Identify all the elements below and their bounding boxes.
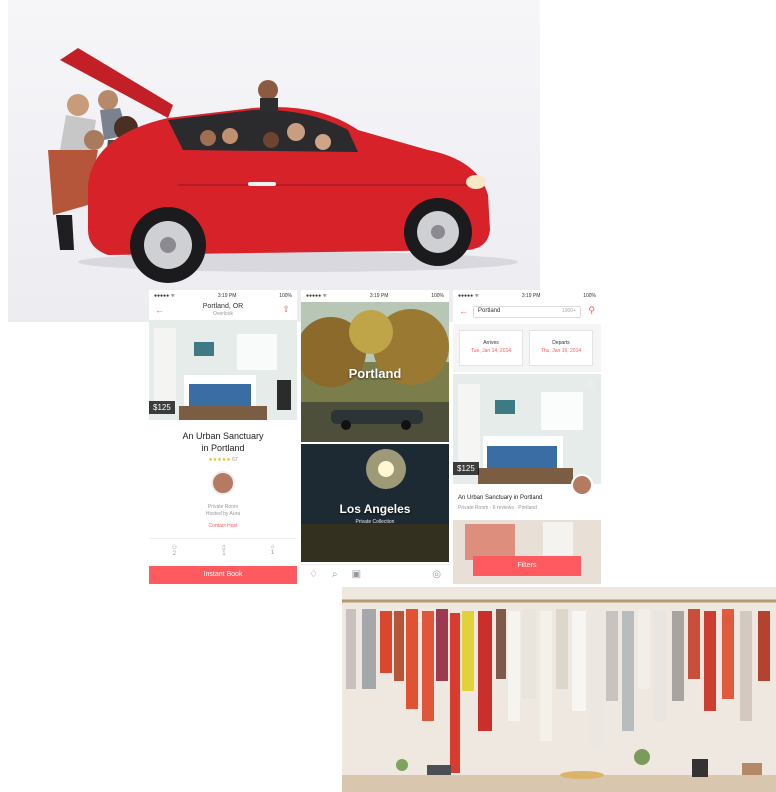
battery-level: 100% — [583, 293, 596, 299]
arrives-field[interactable]: Arrives Tue, Jan 14, 2014 — [459, 330, 523, 366]
door-icon: ▯ — [222, 545, 226, 551]
car-illustration — [48, 48, 518, 283]
phone-explore-screen: ●●●●● ᯤ 3:19 PM 100% Portland Los Angele… — [301, 290, 449, 584]
amenity-guests: ⚇ 2 — [171, 545, 177, 557]
status-bar: ●●●●● ᯤ 3:19 PM 100% — [301, 293, 449, 301]
search-value: Portland — [478, 308, 501, 314]
rating-stars: ★★★★★ — [208, 457, 231, 463]
signal-indicator: ●●●●● ᯤ — [154, 293, 176, 299]
car-photo — [8, 0, 540, 322]
city-card-portland[interactable]: Portland — [301, 302, 449, 442]
status-bar: ●●●●● ᯤ 3:19 PM 100% — [149, 293, 297, 301]
departs-value: Thu, Jan 16, 2014 — [540, 348, 582, 354]
result-title[interactable]: An Urban Sanctuary in Portland — [458, 495, 542, 501]
listing-title-line1: An Urban Sanctuary — [182, 431, 264, 441]
battery-level: 100% — [431, 293, 444, 299]
signal-indicator: ●●●●● ᯤ — [458, 293, 480, 299]
share-icon[interactable]: ⇪ — [282, 304, 290, 315]
amenity-beds: ⌂ 1 — [270, 544, 275, 556]
status-time: 3:19 PM — [521, 293, 541, 299]
filters-button[interactable]: Filters — [473, 556, 581, 576]
arrives-value: Tue, Jan 14, 2014 — [470, 348, 512, 354]
city-name-los-angeles: Los Angeles — [339, 502, 411, 516]
instant-book-button[interactable]: Instant Book — [149, 566, 297, 584]
status-time: 3:19 PM — [217, 293, 237, 299]
wardrobe-photo — [342, 587, 776, 792]
departs-field[interactable]: Departs Thu, Jan 16, 2014 — [529, 330, 593, 366]
phone-listing-screen: ●●●●● ᯤ 3:19 PM 100% ← Portland, OR Over… — [149, 290, 297, 584]
city-card-los-angeles[interactable]: Los Angeles Private Collection — [301, 444, 449, 562]
result-meta: Private Room · 6 reviews · Portland — [458, 505, 537, 511]
date-panel: Arrives Tue, Jan 14, 2014 Departs Thu, J… — [453, 324, 601, 372]
guests-icon: ⚇ — [171, 545, 177, 551]
departs-label: Departs — [552, 340, 570, 346]
host-avatar[interactable] — [571, 474, 593, 496]
search-icon[interactable]: ⌕ — [332, 569, 338, 580]
back-arrow-icon[interactable]: ← — [459, 306, 468, 316]
guest-count: 1000+ — [561, 308, 576, 314]
price-tag: $125 — [149, 401, 175, 414]
host-avatar[interactable] — [211, 471, 235, 495]
listing-neighborhood: Overlook — [212, 311, 233, 317]
room-type: Private Room — [207, 504, 239, 510]
review-count: 67 — [232, 457, 238, 463]
clothing-rack-illustration — [342, 587, 776, 792]
wishlist-heart-icon[interactable]: ♡ — [587, 380, 595, 391]
contact-host-link[interactable]: Contact Host — [149, 523, 297, 529]
city-subtitle-los-angeles: Private Collection — [355, 519, 395, 525]
listing-city: Portland, OR — [202, 303, 244, 310]
city-name-portland: Portland — [348, 366, 402, 381]
map-pin-icon[interactable]: ⚲ — [588, 305, 595, 316]
listing-title-line2: in Portland — [201, 443, 245, 453]
tab-bar: ♢ ⌕ ▣ ◎ — [301, 564, 449, 584]
phone-search-screen: ●●●●● ᯤ 3:19 PM 100% ← Portland 1000+ ⚲ … — [453, 290, 601, 584]
arrives-label: Arrives — [483, 340, 499, 346]
status-bar: ●●●●● ᯤ 3:19 PM 100% — [453, 293, 601, 301]
hosted-by: Hosted by Aura — [205, 511, 241, 517]
divider — [149, 538, 297, 539]
battery-level: 100% — [279, 293, 292, 299]
amenity-row: ⚇ 2 ▯ 1 ⌂ 1 — [149, 544, 297, 557]
rating: ★★★★★ 67 — [149, 457, 297, 463]
price-tag: $125 — [453, 462, 479, 475]
airbnb-logo-icon[interactable]: ♢ — [309, 569, 318, 580]
trips-icon[interactable]: ▣ — [352, 569, 361, 580]
search-input[interactable]: Portland 1000+ — [473, 306, 581, 318]
amenity-bedrooms: ▯ 1 — [222, 545, 226, 557]
status-time: 3:19 PM — [369, 293, 389, 299]
signal-indicator: ●●●●● ᯤ — [306, 293, 328, 299]
profile-icon[interactable]: ◎ — [432, 569, 441, 580]
